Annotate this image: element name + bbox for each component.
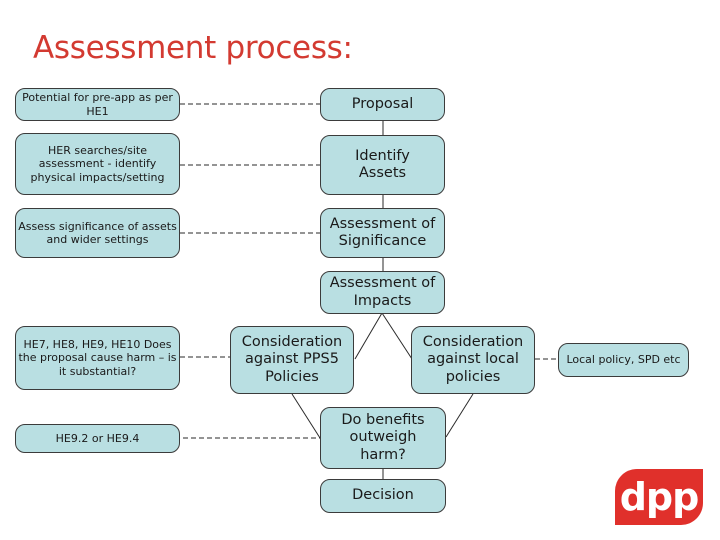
dpp-logo: dpp <box>615 469 703 525</box>
solid-link <box>354 312 383 360</box>
step-identify-assets: Identify Assets <box>320 135 445 195</box>
note-local-policy: Local policy, SPD etc <box>558 343 689 377</box>
step-local: Consideration against local policies <box>411 326 535 394</box>
note-he9-2: HE9.2 or HE9.4 <box>15 424 180 453</box>
step-label: Do benefits outweigh harm? <box>341 411 425 463</box>
step-label: Consideration against local policies <box>422 333 524 385</box>
note-text: HE9.2 or HE9.4 <box>55 431 140 445</box>
note-text: Assess significance of assets and wider … <box>18 219 177 246</box>
step-significance: Assessment of Significance <box>320 208 445 258</box>
note-her-searches: HER searches/site assessment - identify … <box>15 133 180 195</box>
solid-link <box>445 393 474 438</box>
solid-link <box>291 393 321 439</box>
note-assess-significance: Assess significance of assets and wider … <box>15 208 180 258</box>
step-label: Decision <box>352 487 414 504</box>
solid-link <box>381 312 413 360</box>
step-pps5: Consideration against PPS5 Policies <box>230 326 354 394</box>
note-text: HER searches/site assessment - identify … <box>30 144 165 184</box>
step-label: Proposal <box>351 95 414 112</box>
step-impacts: Assessment of Impacts <box>320 271 445 314</box>
note-text: HE7, HE8, HE9, HE10 Does the proposal ca… <box>18 338 177 378</box>
note-he7-he10: HE7, HE8, HE9, HE10 Does the proposal ca… <box>15 326 180 390</box>
step-label: Assessment of Significance <box>329 215 436 249</box>
step-label: Assessment of Impacts <box>329 275 436 309</box>
step-decision: Decision <box>320 479 446 513</box>
step-benefits: Do benefits outweigh harm? <box>320 407 446 469</box>
page-title: Assessment process: <box>33 30 353 66</box>
note-text: Local policy, SPD etc <box>566 353 681 367</box>
note-pre-app: Potential for pre-app as per HE1 <box>15 88 180 121</box>
step-label: Consideration against PPS5 Policies <box>241 333 343 385</box>
step-label: Identify Assets <box>355 147 410 181</box>
step-proposal: Proposal <box>320 88 445 121</box>
note-text: Potential for pre-app as per HE1 <box>22 91 173 118</box>
